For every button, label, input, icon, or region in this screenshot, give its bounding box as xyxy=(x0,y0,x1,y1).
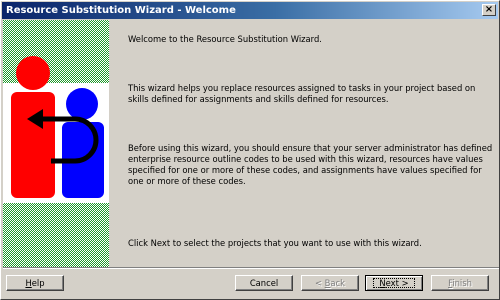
help-button[interactable]: Help xyxy=(6,275,64,291)
finish-button[interactable]: Finish xyxy=(431,275,489,291)
green-pattern-bottom xyxy=(3,203,109,267)
description-text: This wizard helps you replace resources … xyxy=(128,83,476,104)
back-button-label: ack xyxy=(330,278,346,288)
finish-button-label: inish xyxy=(452,278,472,288)
help-button-label: elp xyxy=(31,278,45,288)
close-icon: × xyxy=(484,4,494,15)
welcome-text: Welcome to the Resource Substitution Wiz… xyxy=(128,34,322,44)
wizard-content: Welcome to the Resource Substitution Wiz… xyxy=(110,20,499,267)
wizard-side-graphic xyxy=(3,20,109,267)
window-title: Resource Substitution Wizard - Welcome xyxy=(6,5,236,16)
wizard-window: Resource Substitution Wizard - Welcome × xyxy=(0,0,500,300)
red-person-icon xyxy=(11,56,55,198)
instruction-text: Click Next to select the projects that y… xyxy=(128,238,422,248)
prerequisites-text: Before using this wizard, you should ens… xyxy=(128,143,493,186)
cancel-button-label: Cancel xyxy=(249,278,279,288)
next-button-label: ext > xyxy=(385,278,409,288)
next-button[interactable]: Next > xyxy=(365,275,423,291)
next-button-focus-frame: Next > xyxy=(373,278,415,288)
cancel-button[interactable]: Cancel xyxy=(235,275,293,291)
title-bar[interactable]: Resource Substitution Wizard - Welcome × xyxy=(2,2,498,19)
back-button-prefix: < xyxy=(314,278,325,288)
button-bar-divider xyxy=(3,267,499,269)
back-button[interactable]: < Back xyxy=(301,275,359,291)
close-button[interactable]: × xyxy=(482,4,496,16)
